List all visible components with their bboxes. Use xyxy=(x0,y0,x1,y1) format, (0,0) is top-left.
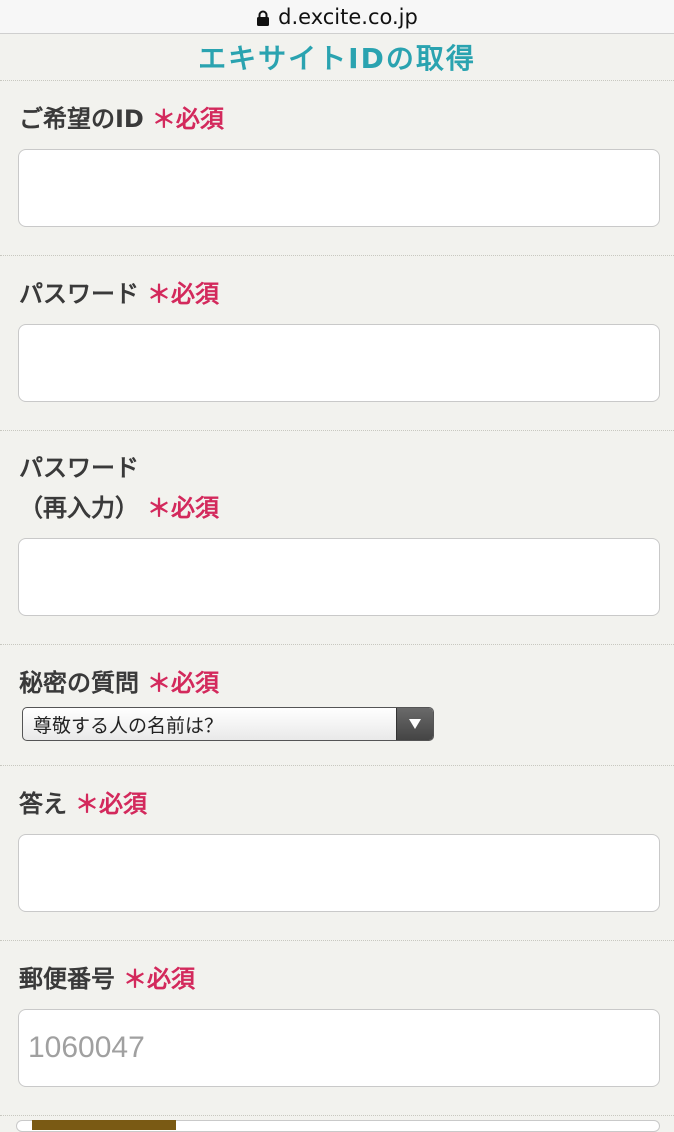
postal-code-input[interactable] xyxy=(18,1009,660,1087)
lock-icon xyxy=(257,10,270,26)
secret-question-label: 秘密の質問 ＊必須 xyxy=(19,663,219,703)
field-password-confirm: パスワード （再入力） ＊必須 xyxy=(0,431,674,645)
field-secret-question: 秘密の質問 ＊必須 尊敬する人の名前は？ xyxy=(0,645,674,766)
password-confirm-input[interactable] xyxy=(18,538,660,616)
desired-id-label: ご希望のID ＊必須 xyxy=(19,99,224,139)
required-mark: ＊必須 xyxy=(75,790,147,818)
password-confirm-label-line2: （再入力） ＊必須 xyxy=(19,488,219,528)
desired-id-input[interactable] xyxy=(18,149,660,227)
required-mark: ＊必須 xyxy=(147,494,219,522)
password-confirm-label-text: （再入力） xyxy=(19,494,139,522)
secret-question-selected: 尊敬する人の名前は？ xyxy=(33,714,224,737)
password-label: パスワード ＊必須 xyxy=(19,274,219,314)
password-label-text: パスワード xyxy=(19,280,139,308)
answer-input[interactable] xyxy=(18,834,660,912)
field-password: パスワード ＊必須 xyxy=(0,256,674,431)
dropdown-arrow-button[interactable] xyxy=(396,708,433,740)
next-section-peek xyxy=(0,1114,674,1132)
required-mark: ＊必須 xyxy=(123,965,195,993)
answer-label-text: 答え xyxy=(19,790,67,818)
password-confirm-label-line1: パスワード xyxy=(19,454,139,482)
required-mark: ＊必須 xyxy=(147,280,219,308)
required-mark: ＊必須 xyxy=(147,669,219,697)
browser-url-bar[interactable]: d.excite.co.jp xyxy=(0,0,674,34)
triangle-down-icon xyxy=(409,719,421,729)
field-desired-id: ご希望のID ＊必須 xyxy=(0,81,674,256)
postal-code-label-text: 郵便番号 xyxy=(19,965,115,993)
required-mark: ＊必須 xyxy=(151,105,224,133)
field-answer: 答え ＊必須 xyxy=(0,766,674,941)
answer-label: 答え ＊必須 xyxy=(19,784,147,824)
postal-code-label: 郵便番号 ＊必須 xyxy=(19,959,195,999)
password-input[interactable] xyxy=(18,324,660,402)
field-postal-code: 郵便番号 ＊必須 xyxy=(0,941,674,1116)
secret-question-label-text: 秘密の質問 xyxy=(19,669,139,697)
url-text: d.excite.co.jp xyxy=(278,4,418,29)
secret-question-select[interactable]: 尊敬する人の名前は？ xyxy=(22,707,434,741)
desired-id-label-text: ご希望のID xyxy=(19,105,144,133)
page-title: エキサイトIDの取得 xyxy=(0,34,674,81)
